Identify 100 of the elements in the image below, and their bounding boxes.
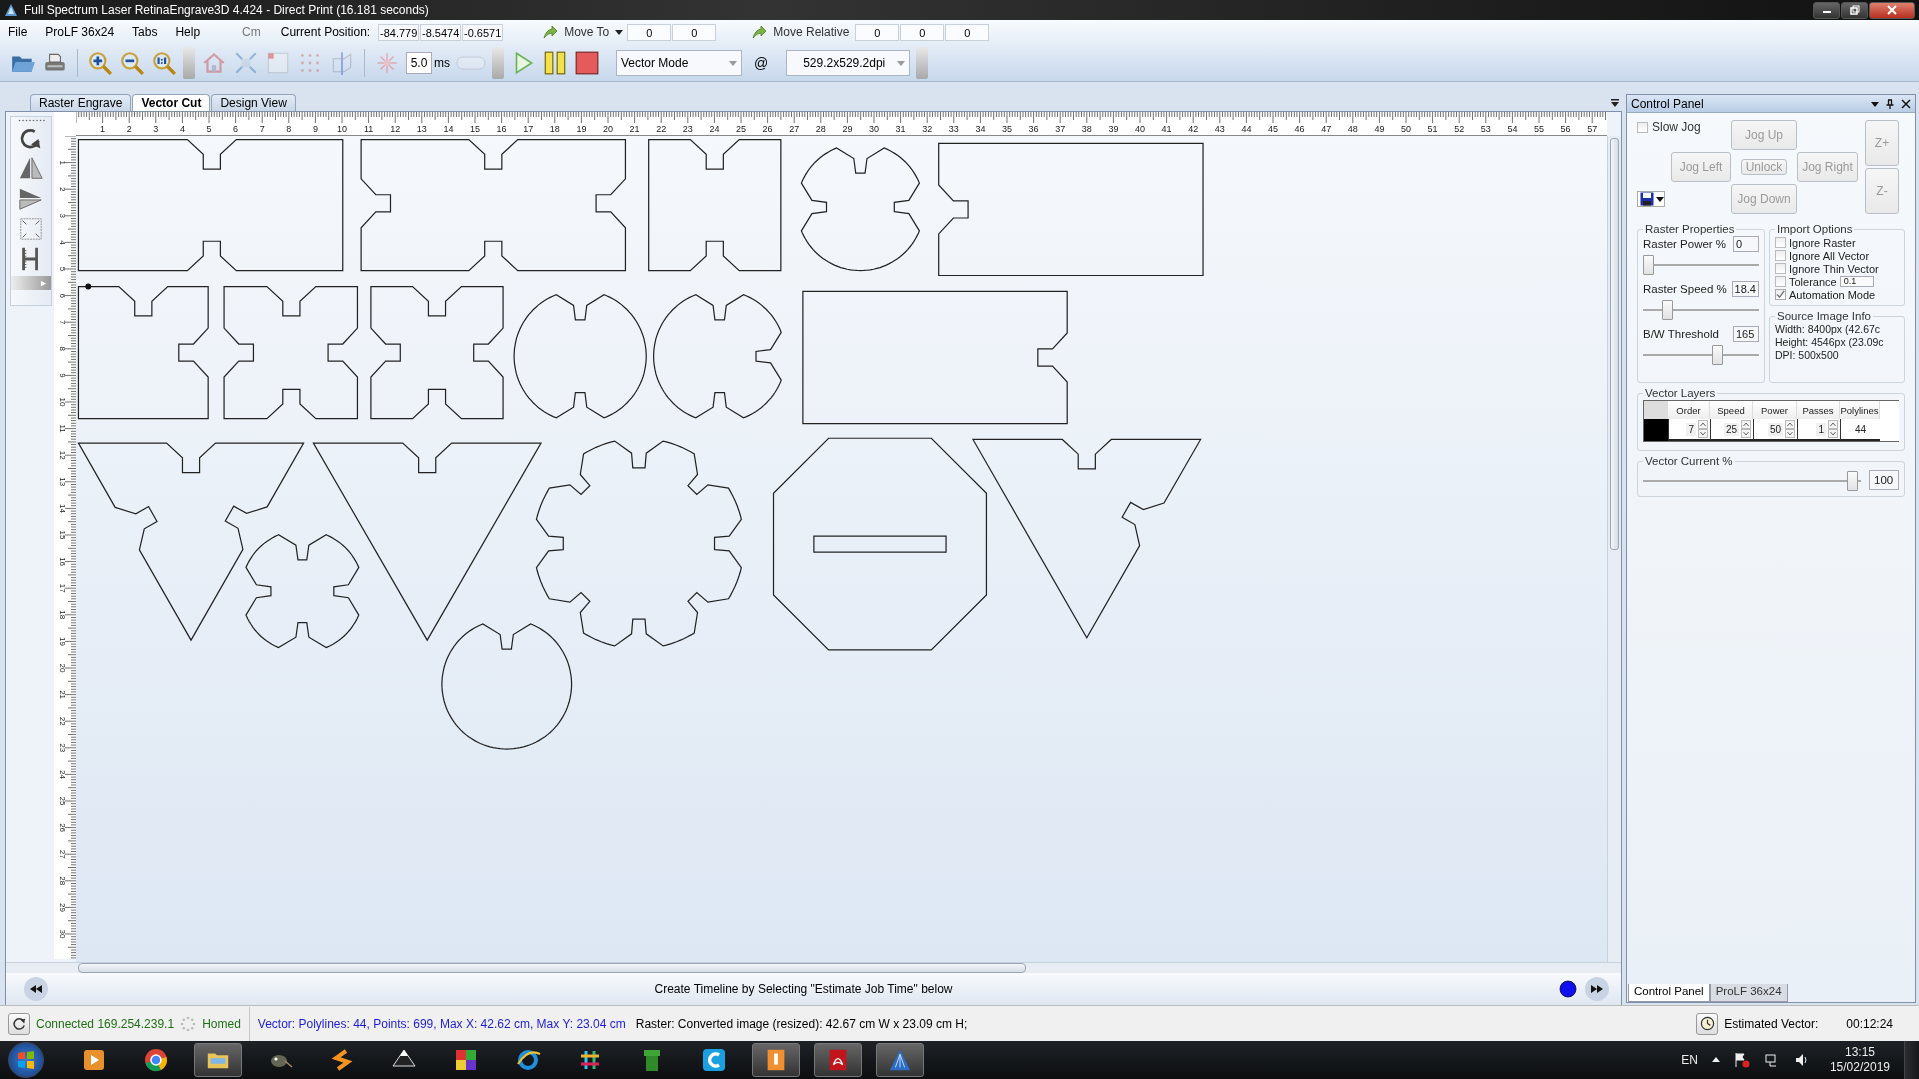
document-icon[interactable] (814, 1043, 862, 1077)
checkbox[interactable] (1775, 289, 1786, 300)
spinner-field[interactable]: 7 (1668, 419, 1710, 441)
ruler-label: 11 (58, 424, 67, 433)
spinner-field[interactable]: 25 (1710, 419, 1753, 441)
move-to-field[interactable]: 0 (627, 23, 672, 41)
setting-field[interactable]: 165 (1733, 326, 1759, 342)
menu-item[interactable]: Help (175, 25, 201, 39)
view-tab[interactable]: Raster Engrave (30, 94, 132, 111)
ruler-label: 56 (1560, 124, 1571, 134)
resolution-dropdown[interactable]: 529.2x529.2dpi (786, 49, 911, 76)
ruler-label: 20 (58, 663, 67, 673)
close-button[interactable] (1869, 1, 1915, 19)
menu-item[interactable]: ProLF 36x24 (45, 25, 115, 39)
clock-date: 15/02/2019 (1829, 1060, 1890, 1075)
setting-field[interactable]: 0 (1733, 236, 1759, 252)
caret-up-icon[interactable] (1711, 1056, 1720, 1064)
toolbar-grip[interactable] (492, 46, 504, 79)
minimize-button[interactable] (1813, 1, 1840, 19)
spinner-field[interactable]: 50 (1753, 419, 1797, 441)
slider-thumb[interactable] (1846, 471, 1858, 491)
move-to-button[interactable]: Move To (562, 25, 612, 39)
ruler-label: 1 (100, 124, 106, 134)
position-marker-icon[interactable] (1559, 980, 1577, 998)
spinner-arrows-icon[interactable] (1785, 420, 1795, 438)
overflow-menu-icon[interactable] (1610, 97, 1620, 108)
rewind-button[interactable] (24, 977, 48, 1001)
spinner-field[interactable]: 1 (1797, 419, 1840, 441)
fast-forward-button[interactable] (1585, 977, 1609, 1001)
spinner-arrows-icon[interactable] (1698, 420, 1708, 438)
ruler-label: 55 (1534, 124, 1544, 134)
clock-icon (1699, 1016, 1715, 1031)
toolbar-grip[interactable] (183, 46, 195, 79)
ruler-label: 40 (1135, 124, 1145, 134)
zoom-actual-size-icon[interactable] (151, 49, 177, 76)
speaker-icon[interactable] (1793, 1052, 1810, 1068)
toolbar-grip[interactable] (916, 46, 929, 79)
save-dropdown[interactable] (1637, 191, 1665, 207)
pause-icon[interactable] (542, 49, 568, 76)
slider-thumb[interactable] (1662, 300, 1674, 320)
dropdown-icon[interactable] (1871, 99, 1879, 108)
move-relative-field[interactable]: 0 (945, 23, 990, 41)
mirror-horizontal-icon[interactable] (18, 156, 44, 182)
ruler-label: 19 (576, 124, 587, 134)
language-indicator[interactable]: EN (1681, 1053, 1698, 1067)
move-relative-field[interactable]: 0 (855, 23, 900, 41)
checkbox[interactable] (1775, 250, 1786, 261)
ruler-label: 29 (58, 902, 67, 912)
setting-field[interactable]: 18.4 (1731, 281, 1759, 297)
move-relative-field[interactable]: 0 (900, 23, 945, 41)
triangle-arrow-icon (40, 279, 47, 287)
close-icon[interactable] (1901, 98, 1911, 109)
ruler-label: 54 (1507, 124, 1518, 134)
horizontal-scrollbar[interactable] (6, 962, 1621, 973)
stop-icon[interactable] (574, 49, 600, 76)
view-tab[interactable]: Vector Cut (132, 94, 211, 111)
checkbox[interactable] (1775, 263, 1786, 274)
tolerance-field[interactable]: 0.1 (1839, 276, 1874, 287)
zoom-out-icon[interactable] (119, 49, 145, 76)
start-button[interactable] (8, 1042, 44, 1078)
spinner-arrows-icon[interactable] (1828, 420, 1838, 438)
vertical-scrollbar[interactable] (1607, 136, 1621, 962)
reconnect-button[interactable] (8, 1012, 30, 1035)
panel-tab[interactable]: Control Panel (1628, 984, 1710, 1002)
spinner-arrows-icon[interactable] (1741, 420, 1751, 438)
checkbox[interactable] (1775, 276, 1786, 287)
ruler-label: 2 (126, 124, 132, 134)
estimate-time-button[interactable] (1696, 1012, 1719, 1035)
ruler-label: 16 (496, 124, 507, 134)
move-to-field[interactable]: 0 (672, 23, 717, 41)
menu-item[interactable]: File (8, 25, 28, 39)
menu-item[interactable]: Tabs (132, 25, 158, 39)
ruler-label: 46 (1294, 124, 1305, 134)
folder-icon[interactable] (194, 1043, 242, 1077)
zoom-in-icon[interactable] (87, 49, 113, 76)
slider-thumb[interactable] (1643, 255, 1654, 275)
ruler-label: 25 (58, 796, 67, 806)
toggle-switch-icon[interactable] (456, 53, 486, 72)
mirror-vertical-icon[interactable] (18, 186, 44, 212)
checkbox[interactable] (1637, 121, 1648, 133)
bar-icon[interactable] (752, 1043, 800, 1077)
ruler-label: 24 (709, 124, 720, 134)
panel-tab[interactable]: ProLF 36x24 (1709, 984, 1788, 1002)
vector-current-field[interactable]: 100 (1869, 469, 1899, 490)
ruler-label: 13 (58, 477, 67, 487)
window-title: Full Spectrum Laser RetinaEngrave3D 4.424 - Direct Print (16.181 seconds) (24, 3, 429, 17)
move-relative-button[interactable]: Move Relative (771, 25, 852, 39)
flag-icon[interactable] (1733, 1052, 1750, 1068)
ruler-label: 10 (337, 124, 347, 134)
mode-dropdown[interactable]: Vector Mode (616, 49, 742, 76)
restore-button[interactable] (1841, 1, 1868, 19)
layer-color-swatch[interactable] (1644, 419, 1668, 441)
pin-icon[interactable] (1885, 98, 1895, 109)
ruler-label: 50 (1401, 124, 1411, 134)
pulse-duration-field[interactable]: 5.0 (406, 51, 432, 74)
connection-status: Connected 169.254.239.1 (36, 1016, 175, 1031)
caret-icon[interactable] (615, 28, 624, 36)
slider-thumb[interactable] (1711, 345, 1723, 365)
view-tab[interactable]: Design View (211, 94, 296, 111)
checkbox[interactable] (1775, 237, 1786, 248)
